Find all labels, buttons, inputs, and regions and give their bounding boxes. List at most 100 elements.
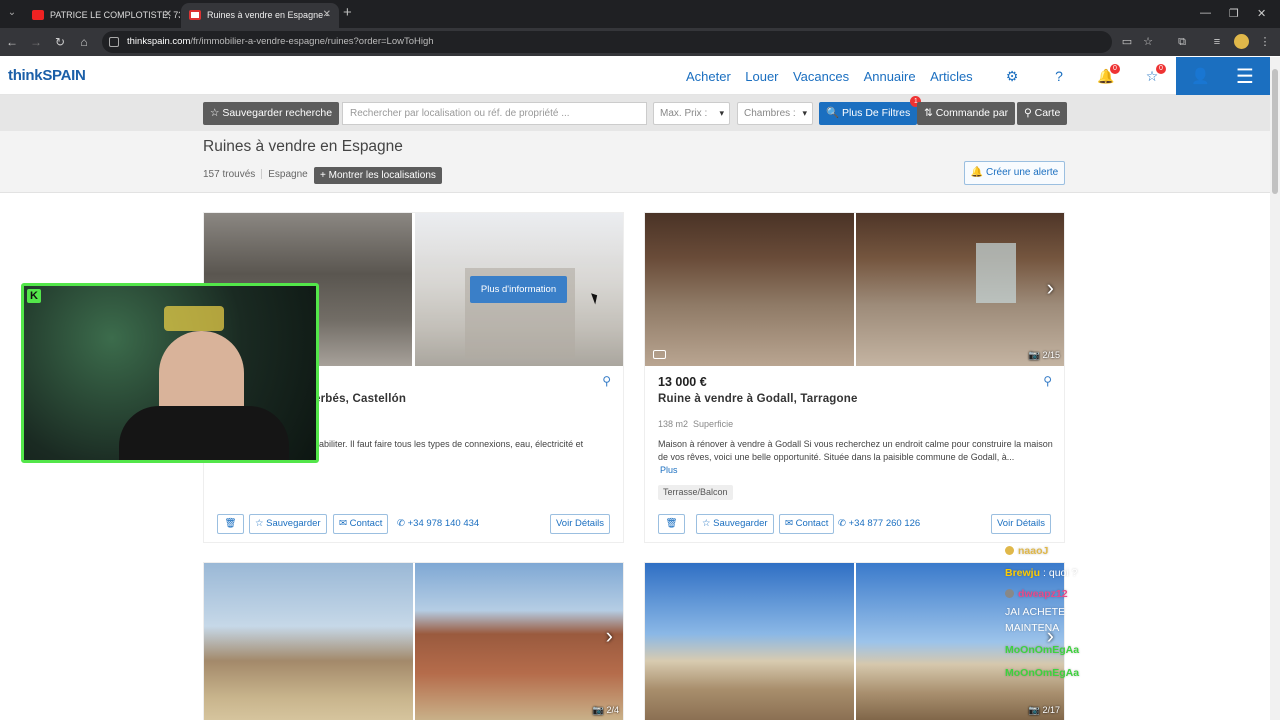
language-icon[interactable]: ⚙	[1003, 67, 1021, 85]
next-photo-chevron-icon[interactable]: ›	[606, 623, 613, 649]
location-search-input[interactable]	[342, 102, 647, 125]
bookmark-star-icon[interactable]: ☆	[1141, 35, 1155, 49]
account-button[interactable]: 👤	[1176, 57, 1223, 95]
photo-counter: 📷 2/15	[1029, 350, 1060, 361]
save-search-label: Sauvegarder recherche	[222, 107, 333, 119]
youtube-favicon-icon	[32, 10, 44, 20]
media-controls-icon[interactable]: ≡	[1210, 35, 1224, 49]
area-value: 138 m2	[658, 419, 689, 429]
tab-close-icon[interactable]: ✕	[323, 3, 331, 27]
search-filters: ☆ Sauvegarder recherche Max. Prix : ▾ Cha…	[0, 95, 1270, 131]
back-icon[interactable]: ←	[4, 34, 20, 50]
envelope-icon: ✉	[785, 518, 796, 529]
extensions-icon[interactable]: ⧉	[1175, 35, 1189, 49]
thinkspain-logo[interactable]: thinkSPAIN	[8, 67, 86, 84]
listing-photo[interactable]	[645, 213, 854, 366]
show-locations-button[interactable]: + Montrer les localisations	[314, 167, 442, 184]
site-info-icon[interactable]	[109, 37, 119, 47]
cast-icon[interactable]: ▭	[1120, 35, 1134, 49]
maximize-icon[interactable]: ❐	[1229, 7, 1239, 20]
tab-thinkspain[interactable]: Ruines à vendre en Espagne - ✕	[181, 3, 339, 28]
scroll-thumb[interactable]	[1272, 69, 1278, 194]
photo-count: 2/17	[1042, 705, 1060, 715]
max-price-label: Max. Prix :	[660, 108, 708, 119]
new-tab-icon[interactable]: +	[343, 5, 352, 21]
listing-photo[interactable]: › 📷 2/4	[415, 563, 623, 720]
photo-counter: 📷 2/4	[593, 705, 619, 716]
listing-photo[interactable]	[204, 563, 413, 720]
more-info-button[interactable]: Plus d'information	[470, 276, 567, 303]
contact-button[interactable]: ✉ Contact	[333, 514, 389, 534]
view-details-button[interactable]: Voir Détails	[550, 514, 611, 534]
map-pin-icon: ⚲	[1024, 107, 1035, 119]
camera-icon: 📷	[1028, 705, 1043, 715]
fav-count: 0	[1156, 64, 1166, 74]
stream-chat-overlay: naaoJ Brewju: quoi ? dweapz12 JAI ACHETE…	[1005, 488, 1250, 688]
browser-menu-icon[interactable]: ⋮	[1258, 35, 1272, 49]
phone-link[interactable]: ✆ +34 978 140 434	[397, 518, 479, 529]
tab-close-icon[interactable]: ✕	[164, 3, 172, 27]
listing-price: 13 000 €	[658, 375, 707, 389]
listing-card[interactable]: › 📷 2/17	[644, 562, 1065, 720]
tab-title: PATRICE LE COMPLOTISTE, 73 /	[50, 10, 180, 20]
area-label: Superficie	[693, 419, 734, 429]
save-listing-button[interactable]: ☆ Sauvegarder	[696, 514, 774, 534]
results-region[interactable]: Espagne	[268, 169, 307, 180]
map-pin-icon[interactable]: ⚲	[1043, 374, 1052, 388]
listing-photo[interactable]: › 📷 2/15	[856, 213, 1064, 366]
nav-vacances[interactable]: Vacances	[793, 69, 849, 84]
nav-louer[interactable]: Louer	[745, 69, 778, 84]
notifications-bell-icon[interactable]: 🔔 0	[1097, 64, 1120, 85]
minimize-icon[interactable]: —	[1200, 7, 1211, 19]
listing-actions: 🗑 ☆ Sauvegarder ✉ Contact ✆ +34 978 140 …	[217, 514, 612, 534]
save-search-button[interactable]: ☆ Sauvegarder recherche	[203, 102, 340, 125]
more-link[interactable]: Plus	[658, 464, 1053, 477]
save-label: Sauvegarder	[713, 518, 768, 529]
listing-description: nabiliter. Il faut faire tous les types …	[314, 439, 584, 449]
hamburger-menu-button[interactable]: ☰	[1223, 57, 1270, 95]
help-icon[interactable]: ?	[1050, 67, 1068, 85]
results-meta: 157 trouvés Espagne	[203, 169, 308, 180]
next-photo-chevron-icon[interactable]: ›	[1047, 275, 1054, 301]
delete-button[interactable]: 🗑	[217, 514, 244, 534]
listing-card[interactable]: › 📷 2/4	[203, 562, 624, 720]
nav-acheter[interactable]: Acheter	[686, 69, 731, 84]
tab-search-icon[interactable]: ⌄	[4, 5, 20, 21]
phone-icon: ✆	[397, 518, 408, 529]
listing-card[interactable]: › 📷 2/15 13 000 € ⚲ Ruine à vendre à God…	[644, 212, 1065, 543]
phone-link[interactable]: ✆ +34 877 260 126	[838, 518, 920, 529]
forward-icon[interactable]: →	[28, 34, 44, 50]
listing-title[interactable]: Ruine à vendre à Godall, Tarragone	[658, 393, 858, 405]
map-pin-icon[interactable]: ⚲	[602, 374, 611, 388]
listing-description: Maison à rénover à vendre à Godall Si vo…	[658, 438, 1053, 477]
url-text: thinkspain.com/fr/immobilier-a-vendre-es…	[127, 36, 434, 47]
reload-icon[interactable]: ↻	[52, 34, 68, 50]
sort-button[interactable]: ⇅ Commande par	[917, 102, 1016, 125]
create-alert-button[interactable]: 🔔 Créer une alerte	[964, 161, 1065, 185]
delete-button[interactable]: 🗑	[658, 514, 685, 534]
phone-number: +34 978 140 434	[407, 518, 480, 529]
nav-annuaire[interactable]: Annuaire	[864, 69, 916, 84]
max-price-select[interactable]: Max. Prix : ▾	[653, 102, 730, 125]
favorites-star-icon[interactable]: ☆ 0	[1143, 64, 1166, 85]
star-icon: ☆	[210, 107, 223, 119]
chevron-down-icon: ▾	[802, 108, 807, 118]
chat-text: JAI ACHETE	[1005, 606, 1066, 618]
contact-button[interactable]: ✉ Contact	[779, 514, 835, 534]
profile-avatar[interactable]	[1234, 34, 1249, 49]
kick-logo-icon: K	[27, 289, 41, 303]
home-icon[interactable]: ⌂	[76, 34, 92, 50]
page-scrollbar[interactable]	[1270, 57, 1280, 720]
save-listing-button[interactable]: ☆ Sauvegarder	[249, 514, 327, 534]
bedrooms-select[interactable]: Chambres : ▾	[737, 102, 813, 125]
window-close-icon[interactable]: ✕	[1257, 7, 1266, 20]
url-bar[interactable]: thinkspain.com/fr/immobilier-a-vendre-es…	[102, 31, 1112, 53]
notif-count: 0	[1110, 64, 1120, 74]
more-filters-button[interactable]: 🔍 Plus De Filtres 1	[819, 96, 922, 125]
map-button[interactable]: ⚲ Carte	[1017, 102, 1068, 125]
tab-youtube[interactable]: PATRICE LE COMPLOTISTE, 73 / ✕	[24, 3, 180, 28]
nav-articles[interactable]: Articles	[930, 69, 973, 84]
listing-title[interactable]: erbés, Castellón	[314, 393, 406, 405]
listing-photo[interactable]	[645, 563, 854, 720]
menu-icon: ☰	[1236, 66, 1254, 88]
